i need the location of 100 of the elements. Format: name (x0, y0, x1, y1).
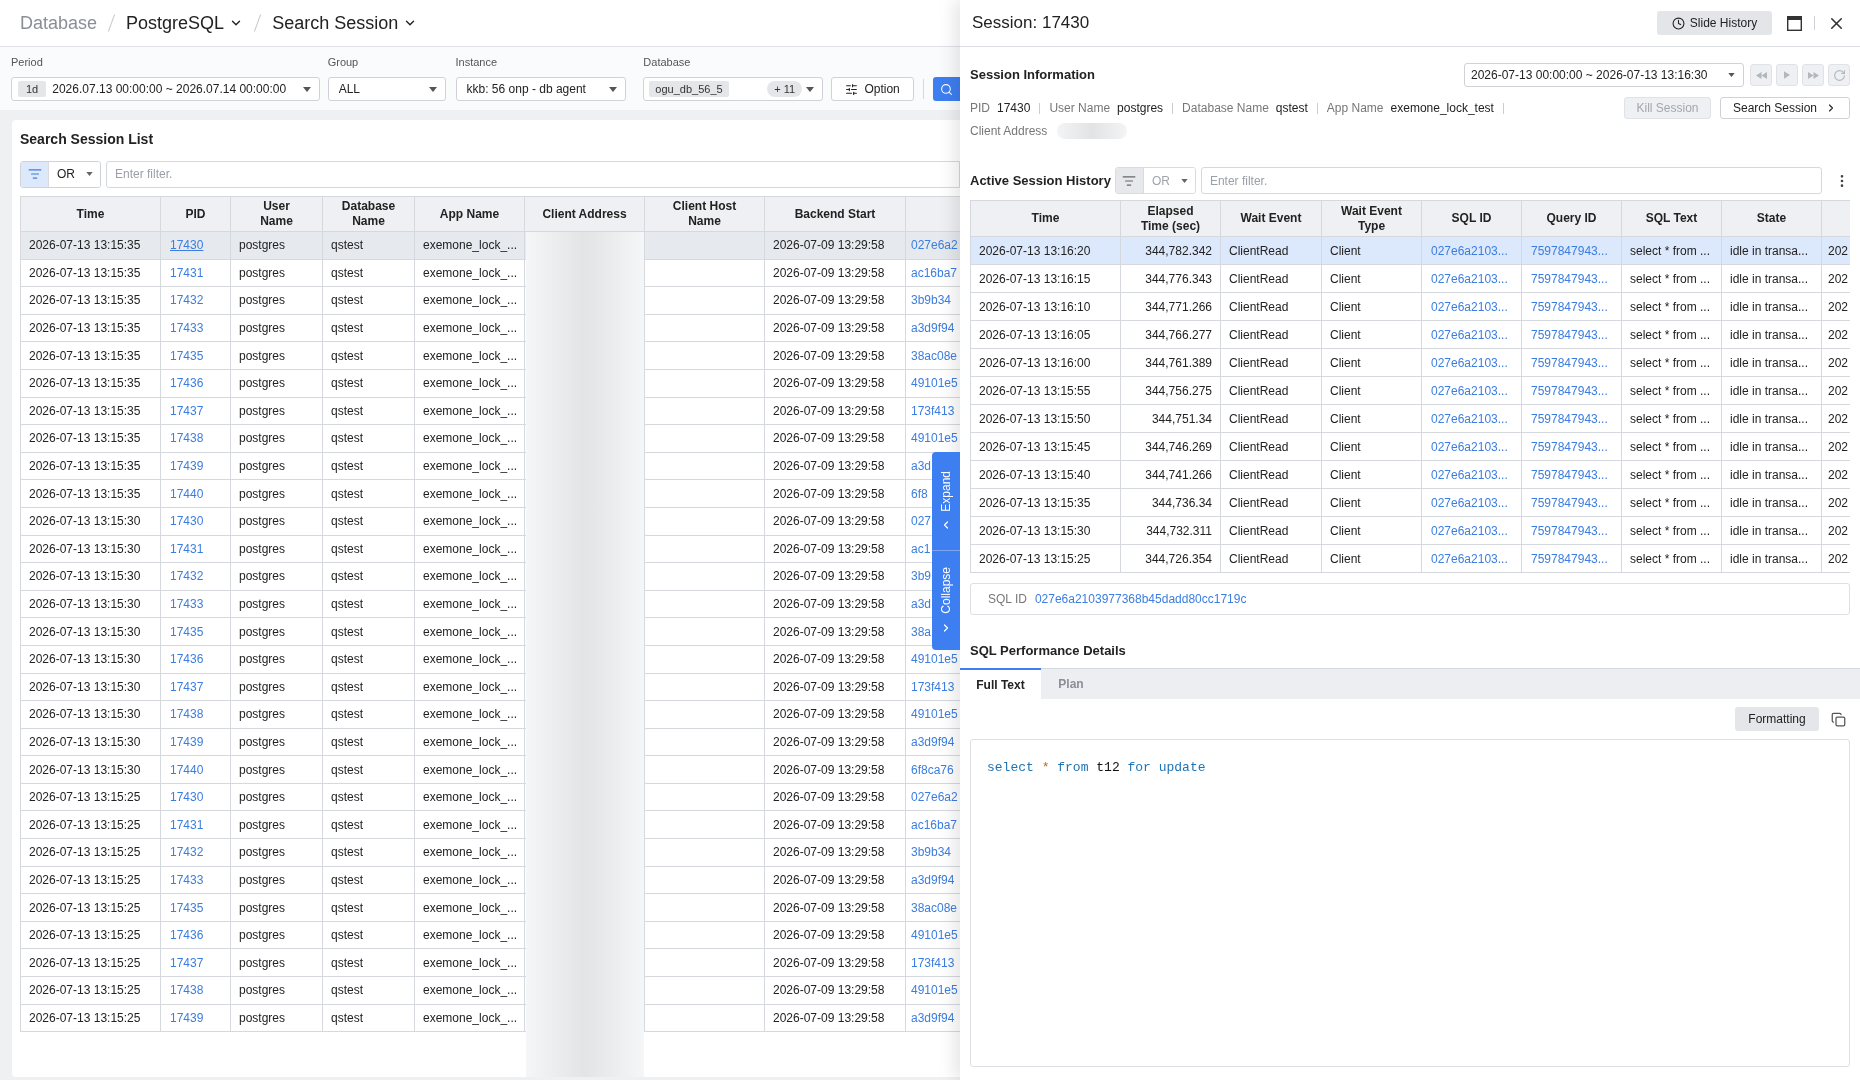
table-link[interactable]: 3b9b34 (911, 845, 952, 860)
tab[interactable]: Plan (1041, 668, 1101, 699)
table-link[interactable]: 17439 (170, 1010, 204, 1025)
copy-icon[interactable] (1831, 711, 1846, 727)
period-select[interactable]: 1d 2026.07.13 00:00:00 ~ 2026.07.14 00:00:00 (11, 77, 320, 101)
slide-history-button[interactable]: Slide History (1657, 11, 1772, 35)
table-link[interactable]: 027e6a2 (911, 790, 958, 805)
table-link[interactable]: ac16ba7 (911, 265, 958, 280)
table-link[interactable]: 17437 (170, 955, 204, 970)
table-link[interactable]: 17437 (170, 679, 204, 694)
table-link[interactable]: 173f413 (911, 679, 955, 694)
table-row[interactable]: 2026-07-13 13:16:15 344,776.343 ClientRead Client 027e6a2103... 7597847943... select * from ... idle in transa... 202 (970, 265, 1850, 293)
sql-id-link[interactable]: 027e6a2103977368b45dadd80cc1719c (1034, 590, 1247, 608)
table-link[interactable]: 027 (911, 514, 932, 529)
table-link[interactable]: 17433 (170, 872, 204, 887)
table-link[interactable]: 7597847943... (1531, 353, 1608, 372)
table-row[interactable]: 2026-07-13 13:15:35 344,736.34 ClientRead Client 027e6a2103... 7597847943... select * from ... idle in transa... 202 (970, 489, 1850, 517)
group-select[interactable]: ALL (327, 77, 446, 101)
table-link[interactable]: 027e6a2103... (1431, 521, 1508, 540)
table-link[interactable]: 027e6a2103... (1431, 353, 1508, 372)
collapse-tab[interactable]: Collapse (932, 551, 960, 650)
table-link[interactable]: 7597847943... (1531, 409, 1608, 428)
table-link[interactable]: 17433 (170, 597, 204, 611)
table-link[interactable]: 17432 (170, 845, 204, 860)
table-link[interactable]: 49101e5 (911, 376, 958, 391)
table-link[interactable]: 17440 (170, 486, 204, 501)
table-link[interactable]: 7597847943... (1531, 381, 1608, 400)
table-row[interactable]: 2026-07-13 13:16:10 344,771.266 ClientRead Client 027e6a2103... 7597847943... select * from ... idle in transa... 202 (970, 293, 1850, 321)
table-link[interactable]: 7597847943... (1531, 465, 1608, 484)
breadcrumb-item[interactable]: Database (20, 11, 98, 35)
time-range-select[interactable]: 2026-07-13 00:00:00 ~ 2026-07-13 13:16:30 (1464, 63, 1744, 87)
maximize-icon[interactable] (1787, 15, 1802, 31)
table-link[interactable]: 17431 (170, 817, 204, 832)
table-link[interactable]: 6f8ca76 (911, 762, 954, 777)
table-link[interactable]: 027e6a2103... (1431, 549, 1508, 568)
table-link[interactable]: 027e6a2103... (1431, 465, 1508, 484)
table-link[interactable]: 027e6a2103... (1431, 493, 1508, 512)
table-row[interactable]: 2026-07-13 13:16:05 344,766.277 ClientRead Client 027e6a2103... 7597847943... select * from ... idle in transa... 202 (970, 321, 1850, 349)
table-link[interactable]: 027e6a2103... (1431, 437, 1508, 456)
table-link[interactable]: a3d9f94 (911, 735, 955, 749)
instance-select[interactable]: kkb: 56 onp - db agent (455, 77, 627, 101)
table-link[interactable]: 17440 (170, 762, 204, 777)
table-link[interactable]: 7597847943... (1531, 437, 1608, 456)
table-link[interactable]: 7597847943... (1531, 549, 1608, 568)
table-row[interactable]: 2026-07-13 13:15:45 344,746.269 ClientRead Client 027e6a2103... 7597847943... select * from ... idle in transa... 202 (970, 433, 1850, 461)
table-link[interactable]: 49101e5 (911, 652, 958, 667)
table-row[interactable]: 2026-07-13 13:16:20 344,782.342 ClientRead Client 027e6a2103... 7597847943... select * from ... idle in transa... 202 (970, 237, 1850, 265)
table-link[interactable]: 17438 (170, 431, 204, 446)
table-link[interactable]: 7597847943... (1531, 297, 1608, 316)
table-link[interactable]: 027e6a2103... (1431, 381, 1508, 400)
expand-tab[interactable]: Expand (932, 452, 960, 551)
table-link[interactable]: 38a (911, 624, 932, 639)
table-link[interactable]: a3d9f94 (911, 1010, 955, 1025)
table-link[interactable]: 17435 (170, 348, 204, 363)
table-row[interactable]: 2026-07-13 13:15:30 344,732.311 ClientRead Client 027e6a2103... 7597847943... select * from ... idle in transa... 202 (970, 517, 1850, 545)
table-link[interactable]: 17436 (170, 652, 204, 667)
table-link[interactable]: 7597847943... (1531, 325, 1608, 344)
table-link[interactable]: 7597847943... (1531, 241, 1608, 260)
table-link[interactable]: 027e6a2103... (1431, 241, 1508, 260)
search-button[interactable] (933, 77, 960, 101)
table-link[interactable]: 027e6a2103... (1431, 269, 1508, 288)
table-link[interactable]: 49101e5 (911, 431, 958, 446)
table-link[interactable]: 17439 (170, 735, 204, 749)
operator-select[interactable]: OR (48, 161, 100, 187)
table-link[interactable]: 17435 (170, 624, 204, 639)
table-link[interactable]: 173f413 (911, 403, 955, 418)
table-link[interactable]: 17432 (170, 569, 204, 584)
table-link[interactable]: 38ac08e (911, 900, 958, 915)
table-row[interactable]: 2026-07-13 13:15:50 344,751.34 ClientRead Client 027e6a2103... 7597847943... select * from ... idle in transa... 202 (970, 405, 1850, 433)
table-row[interactable]: 2026-07-13 13:15:40 344,741.266 ClientRead Client 027e6a2103... 7597847943... select * from ... idle in transa... 202 (970, 461, 1850, 489)
filter-input[interactable]: Enter filter. (106, 160, 960, 188)
option-button[interactable]: Option (831, 77, 915, 101)
table-link[interactable]: 17437 (170, 403, 204, 418)
table-link[interactable]: 17432 (170, 293, 204, 308)
database-select[interactable]: ogu_db_56_5 + 11 (643, 77, 824, 101)
table-link[interactable]: 173f413 (911, 955, 955, 970)
table-link[interactable]: 027e6a2103... (1431, 297, 1508, 316)
table-link[interactable]: 7597847943... (1531, 493, 1608, 512)
table-link[interactable]: a3d (911, 597, 932, 611)
table-link[interactable]: 7597847943... (1531, 521, 1608, 540)
table-link[interactable]: 17431 (170, 265, 204, 280)
table-row[interactable]: 2026-07-13 13:15:25 344,726.354 ClientRead Client 027e6a2103... 7597847943... select * from ... idle in transa... 202 (970, 545, 1850, 573)
table-link[interactable]: 17433 (170, 321, 204, 336)
table-row[interactable]: 2026-07-13 13:16:00 344,761.389 ClientRead Client 027e6a2103... 7597847943... select * from ... idle in transa... 202 (970, 349, 1850, 377)
table-link[interactable]: 6f8 (911, 486, 928, 501)
table-link[interactable]: 49101e5 (911, 707, 958, 722)
table-link[interactable]: 17430 (170, 514, 204, 529)
table-link[interactable]: a3d9f94 (911, 872, 955, 887)
formatting-button[interactable]: Formatting (1735, 707, 1819, 731)
table-link[interactable]: 17436 (170, 376, 204, 391)
table-link[interactable]: 3b9 (911, 569, 932, 584)
filter-button[interactable] (21, 161, 48, 187)
table-link[interactable]: 49101e5 (911, 928, 958, 943)
table-link[interactable]: 17431 (170, 541, 204, 556)
table-link[interactable]: 17435 (170, 900, 204, 915)
table-link[interactable]: ac1 (911, 541, 931, 556)
table-link[interactable]: 17436 (170, 928, 204, 943)
table-link[interactable]: 17438 (170, 983, 204, 998)
breadcrumb-item[interactable]: PostgreSQL (126, 11, 244, 35)
table-row[interactable]: 2026-07-13 13:15:55 344,756.275 ClientRead Client 027e6a2103... 7597847943... select * from ... idle in transa... 202 (970, 377, 1850, 405)
